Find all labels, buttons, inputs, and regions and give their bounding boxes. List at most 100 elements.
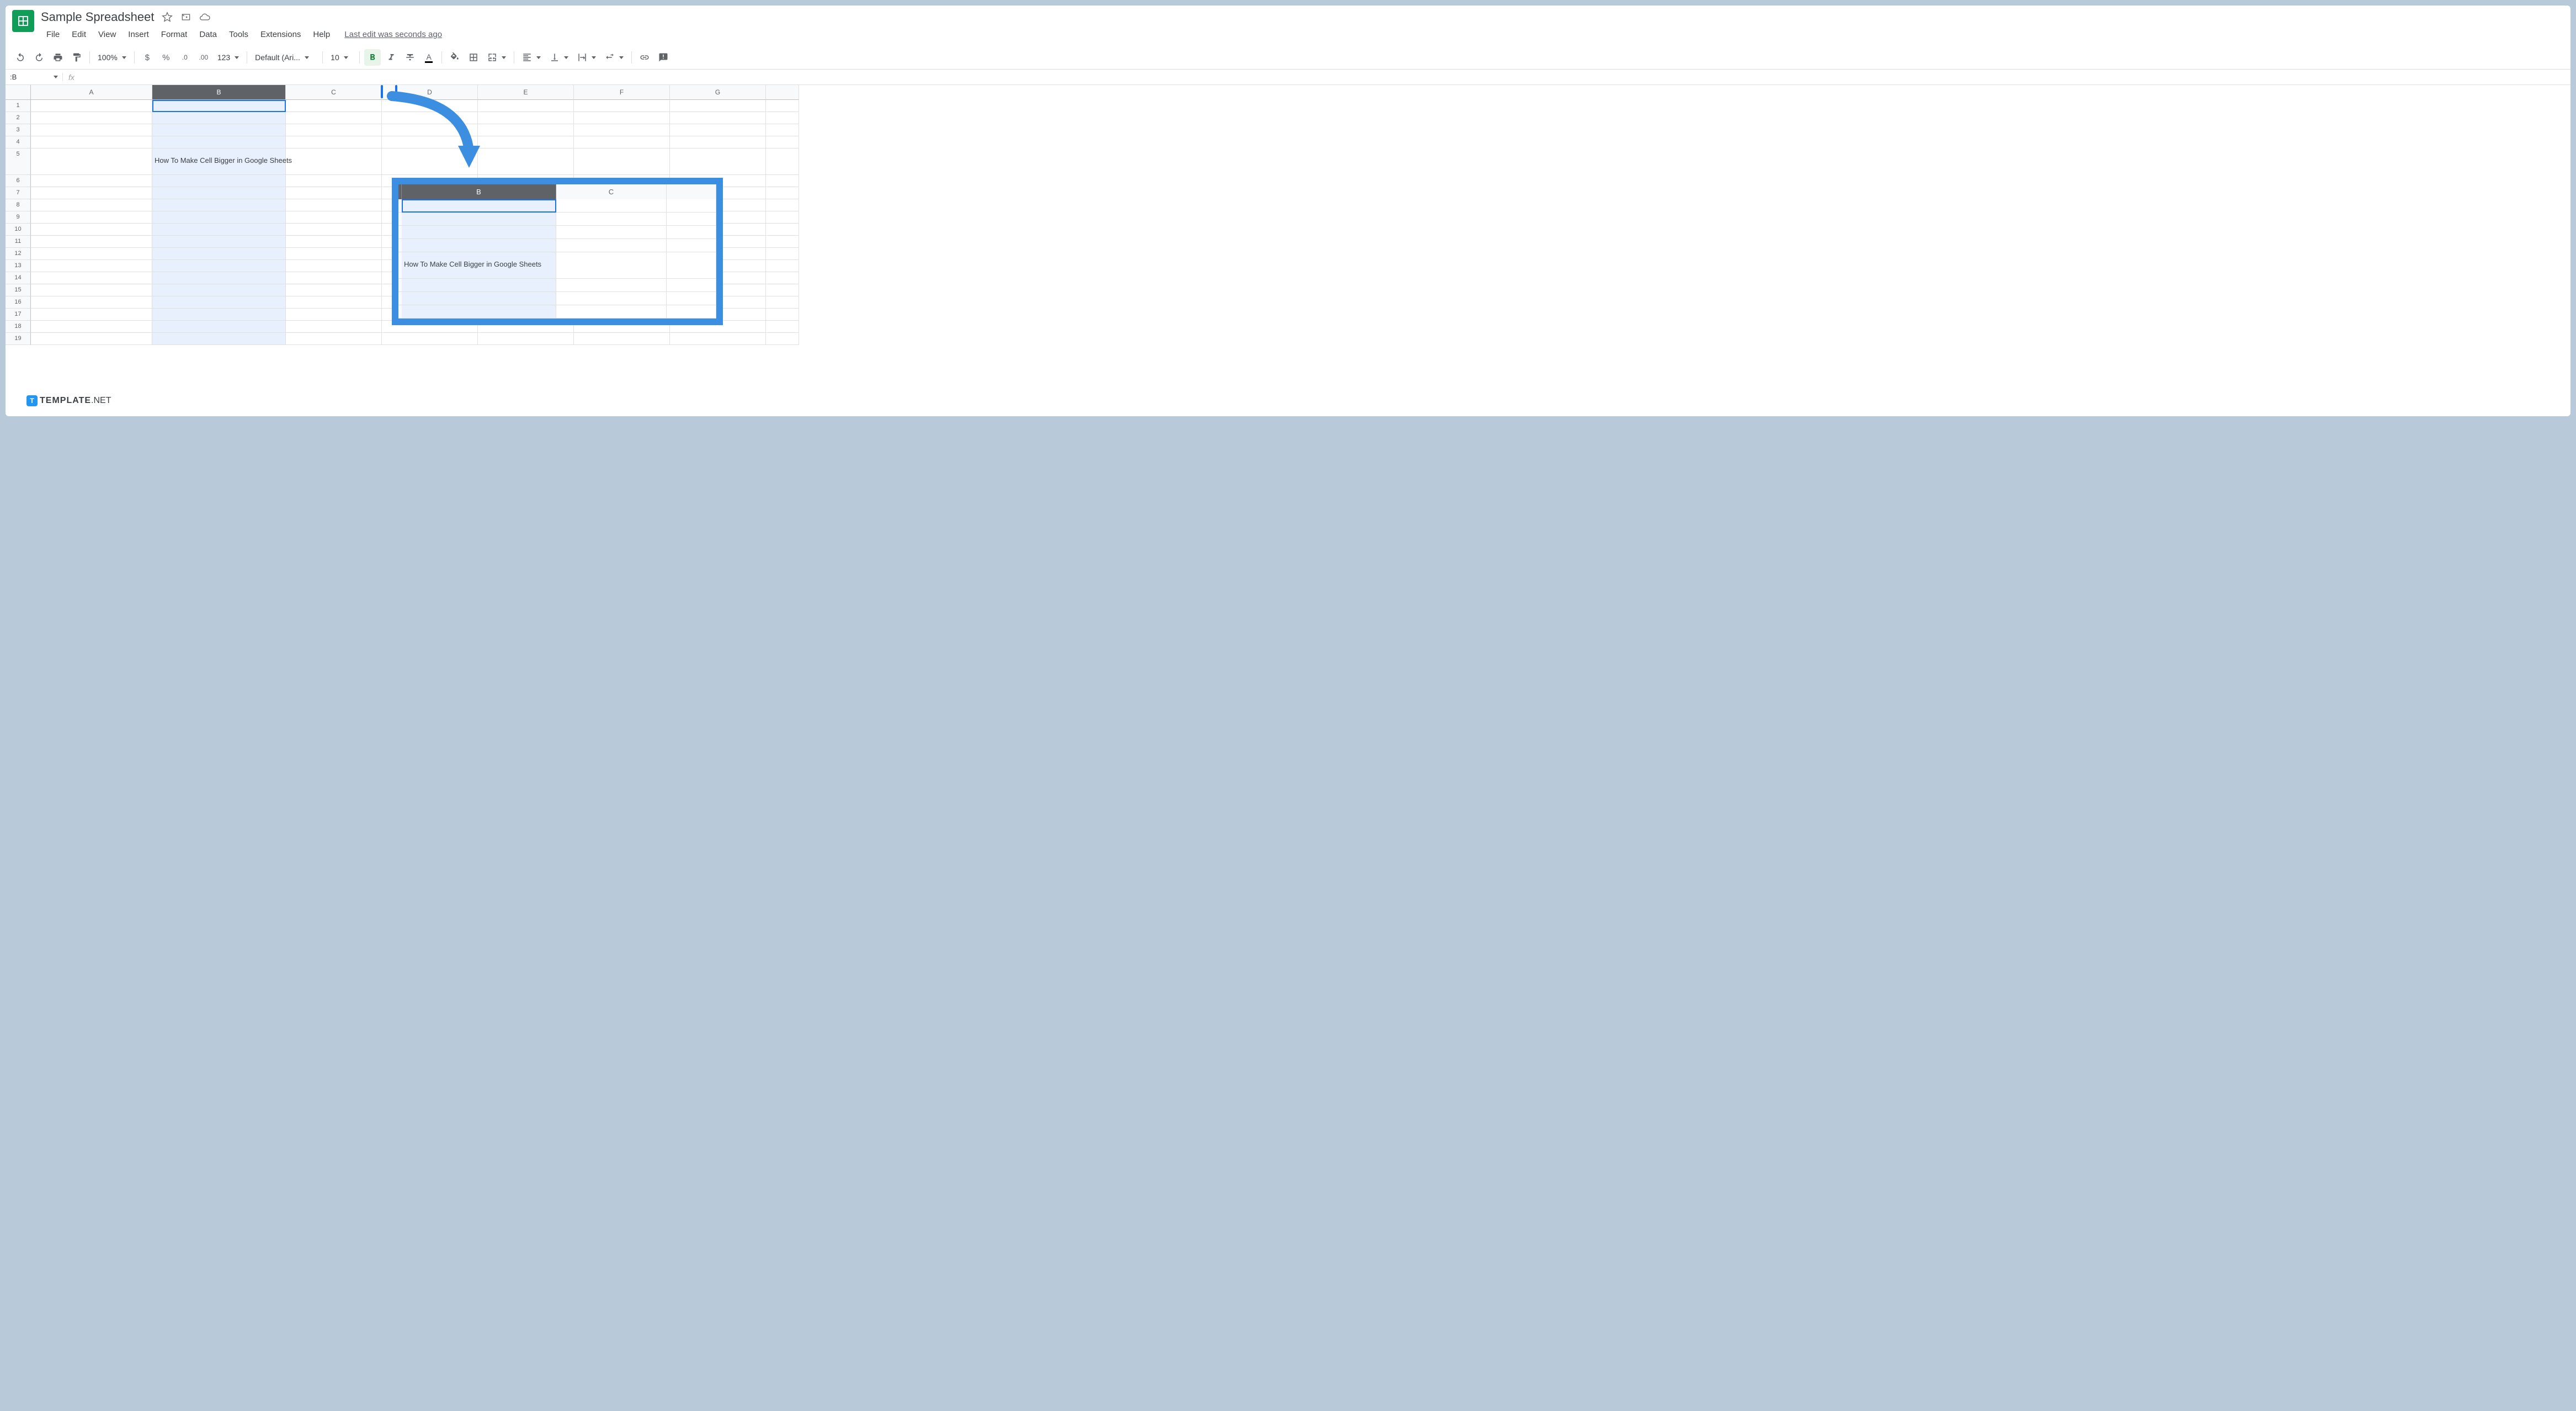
font-dropdown[interactable]: Default (Ari...: [252, 51, 318, 64]
cell[interactable]: [31, 175, 152, 187]
inset-cell[interactable]: [402, 305, 556, 319]
horizontal-align-dropdown[interactable]: [519, 50, 544, 65]
cell[interactable]: [670, 124, 766, 136]
cell[interactable]: [152, 100, 286, 112]
cell[interactable]: [574, 100, 670, 112]
row-header[interactable]: 3: [6, 124, 31, 136]
zoom-dropdown[interactable]: 100%: [94, 51, 130, 64]
cell[interactable]: [766, 248, 799, 260]
row-header[interactable]: 6: [6, 175, 31, 187]
merge-cells-dropdown[interactable]: [484, 50, 509, 65]
cell[interactable]: [286, 136, 382, 148]
cell[interactable]: [31, 309, 152, 321]
cell[interactable]: [152, 236, 286, 248]
inset-col-c[interactable]: C: [556, 184, 667, 199]
insert-comment-button[interactable]: [655, 49, 672, 66]
cell[interactable]: [31, 187, 152, 199]
cell[interactable]: [574, 333, 670, 345]
row-header[interactable]: 19: [6, 333, 31, 345]
cell[interactable]: [766, 148, 799, 175]
row-header[interactable]: 12: [6, 248, 31, 260]
doc-title[interactable]: Sample Spreadsheet: [41, 10, 154, 24]
vertical-align-dropdown[interactable]: [546, 50, 572, 65]
cell[interactable]: [31, 296, 152, 309]
last-edit-link[interactable]: Last edit was seconds ago: [344, 30, 442, 39]
fill-color-button[interactable]: [446, 49, 463, 66]
inset-cell[interactable]: [556, 239, 667, 252]
cell[interactable]: [152, 124, 286, 136]
cell[interactable]: [286, 248, 382, 260]
sheets-logo-icon[interactable]: [12, 10, 34, 32]
cell[interactable]: [286, 187, 382, 199]
cell[interactable]: [152, 309, 286, 321]
decrease-decimal-button[interactable]: .0: [177, 49, 193, 66]
cell[interactable]: [766, 309, 799, 321]
menu-tools[interactable]: Tools: [223, 28, 254, 41]
cell[interactable]: [286, 284, 382, 296]
cell[interactable]: [766, 296, 799, 309]
menu-view[interactable]: View: [93, 28, 121, 41]
cell[interactable]: [766, 260, 799, 272]
text-wrap-dropdown[interactable]: [574, 50, 599, 65]
inset-cell[interactable]: [402, 199, 556, 213]
star-icon[interactable]: [162, 12, 173, 23]
col-header-c[interactable]: C: [286, 85, 382, 100]
cell[interactable]: [766, 175, 799, 187]
cell[interactable]: [478, 333, 574, 345]
inset-cell[interactable]: [667, 199, 716, 213]
cell[interactable]: [31, 112, 152, 124]
inset-col-blank[interactable]: [667, 184, 716, 199]
cell[interactable]: [670, 112, 766, 124]
increase-decimal-button[interactable]: .00: [195, 49, 212, 66]
inset-cell[interactable]: [402, 239, 556, 252]
row-header[interactable]: 17: [6, 309, 31, 321]
cell[interactable]: [286, 199, 382, 211]
cell[interactable]: [31, 224, 152, 236]
cell[interactable]: [31, 211, 152, 224]
row-header[interactable]: 7: [6, 187, 31, 199]
cell[interactable]: [31, 199, 152, 211]
cell[interactable]: [31, 284, 152, 296]
inset-cell[interactable]: [667, 226, 716, 239]
inset-cell[interactable]: [667, 239, 716, 252]
inset-cell[interactable]: [667, 292, 716, 305]
cell[interactable]: [286, 148, 382, 175]
cell[interactable]: [152, 199, 286, 211]
cell[interactable]: [766, 100, 799, 112]
cell[interactable]: [478, 100, 574, 112]
row-header[interactable]: 9: [6, 211, 31, 224]
inset-cell[interactable]: [556, 305, 667, 319]
cell[interactable]: [766, 236, 799, 248]
strikethrough-button[interactable]: [402, 49, 418, 66]
cell[interactable]: [766, 211, 799, 224]
inset-cell[interactable]: [556, 213, 667, 226]
cell[interactable]: [574, 136, 670, 148]
row-header[interactable]: 16: [6, 296, 31, 309]
cell[interactable]: [286, 260, 382, 272]
cell[interactable]: [152, 296, 286, 309]
cell[interactable]: [31, 272, 152, 284]
undo-button[interactable]: [12, 49, 29, 66]
cell[interactable]: [766, 136, 799, 148]
number-format-dropdown[interactable]: 123: [214, 51, 242, 64]
percent-button[interactable]: %: [158, 49, 174, 66]
menu-help[interactable]: Help: [307, 28, 336, 41]
cell[interactable]: [574, 148, 670, 175]
menu-file[interactable]: File: [41, 28, 65, 41]
inset-cell[interactable]: [556, 292, 667, 305]
cell[interactable]: [766, 187, 799, 199]
cell[interactable]: How To Make Cell Bigger in Google Sheets: [152, 148, 286, 175]
cell[interactable]: [478, 112, 574, 124]
cell[interactable]: [286, 296, 382, 309]
menu-format[interactable]: Format: [156, 28, 193, 41]
row-header[interactable]: 4: [6, 136, 31, 148]
cell[interactable]: [152, 321, 286, 333]
inset-cell[interactable]: [556, 199, 667, 213]
cell[interactable]: [286, 272, 382, 284]
inset-cell[interactable]: [667, 305, 716, 319]
menu-insert[interactable]: Insert: [123, 28, 155, 41]
cell[interactable]: [152, 112, 286, 124]
inset-cell[interactable]: [402, 226, 556, 239]
cell[interactable]: [766, 224, 799, 236]
cell[interactable]: [670, 136, 766, 148]
